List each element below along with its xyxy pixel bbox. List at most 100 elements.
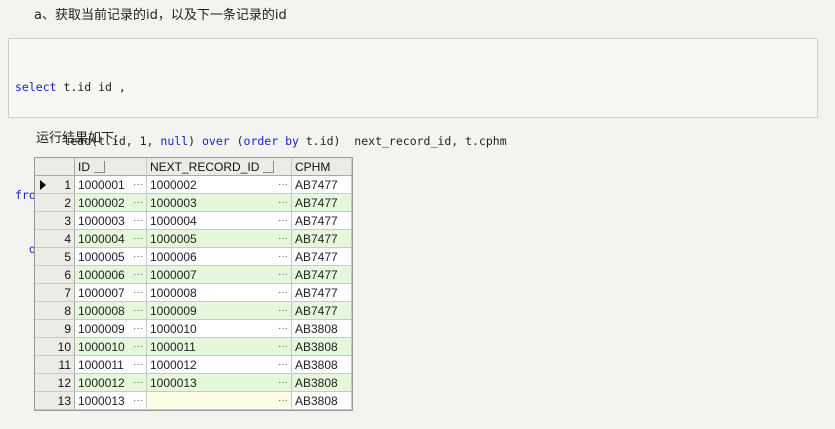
- row-number[interactable]: 5: [35, 247, 75, 266]
- cell-ellipsis-button[interactable]: ···: [129, 197, 143, 208]
- row-number[interactable]: 3: [35, 211, 75, 230]
- cell-ellipsis-button[interactable]: ···: [129, 323, 143, 334]
- cell-id[interactable]: 1000012 ···: [74, 373, 147, 392]
- cell-id[interactable]: 1000004 ···: [74, 229, 147, 248]
- cell-id[interactable]: 1000008 ···: [74, 301, 147, 320]
- result-grid[interactable]: ID NEXT_RECORD_ID CPHM 1 1000001 ··· 100000…: [34, 157, 353, 411]
- cell-ellipsis-button[interactable]: ···: [274, 197, 288, 208]
- cell-cphm[interactable]: AB7477: [291, 229, 352, 248]
- cell-id[interactable]: 1000013 ···: [74, 391, 147, 410]
- cell-cphm[interactable]: AB7477: [291, 247, 352, 266]
- cell-id[interactable]: 1000001 ···: [74, 175, 147, 194]
- cell-ellipsis-button[interactable]: ···: [129, 395, 143, 406]
- cell-value: 1000005: [150, 231, 197, 246]
- cell-next-record-id[interactable]: 1000004 ···: [146, 211, 292, 230]
- cell-id[interactable]: 1000011 ···: [74, 355, 147, 374]
- cell-ellipsis-button[interactable]: ···: [129, 233, 143, 244]
- cell-ellipsis-button[interactable]: ···: [274, 395, 288, 406]
- cell-next-record-id[interactable]: 1000011 ···: [146, 337, 292, 356]
- row-number[interactable]: 12: [35, 373, 75, 392]
- cell-cphm[interactable]: AB3808: [291, 319, 352, 338]
- cell-ellipsis-button[interactable]: ···: [274, 341, 288, 352]
- cell-next-record-id[interactable]: 1000012 ···: [146, 355, 292, 374]
- cell-ellipsis-button[interactable]: ···: [129, 251, 143, 262]
- cell-cphm[interactable]: AB7477: [291, 301, 352, 320]
- cell-ellipsis-button[interactable]: ···: [129, 377, 143, 388]
- cell-value: 1000009: [150, 303, 197, 318]
- column-header-cphm[interactable]: CPHM: [291, 158, 352, 176]
- row-number[interactable]: 13: [35, 391, 75, 410]
- table-row[interactable]: 5 1000005 ··· 1000006 ··· AB7477: [35, 247, 352, 266]
- cell-cphm[interactable]: AB3808: [291, 337, 352, 356]
- table-row[interactable]: 4 1000004 ··· 1000005 ··· AB7477: [35, 229, 352, 248]
- cell-next-record-id[interactable]: 1000002 ···: [146, 175, 292, 194]
- row-number[interactable]: 2: [35, 193, 75, 212]
- cell-value: 1000011: [78, 357, 124, 372]
- cell-ellipsis-button[interactable]: ···: [129, 269, 143, 280]
- cell-ellipsis-button[interactable]: ···: [274, 305, 288, 316]
- cell-ellipsis-button[interactable]: ···: [274, 215, 288, 226]
- cell-next-record-id[interactable]: 1000013 ···: [146, 373, 292, 392]
- cell-cphm[interactable]: AB3808: [291, 355, 352, 374]
- table-row[interactable]: 11 1000011 ··· 1000012 ··· AB3808: [35, 355, 352, 374]
- column-header-next-record-id[interactable]: NEXT_RECORD_ID: [146, 158, 292, 176]
- cell-ellipsis-button[interactable]: ···: [274, 251, 288, 262]
- column-header-id[interactable]: ID: [74, 158, 147, 176]
- table-row[interactable]: 6 1000006 ··· 1000007 ··· AB7477: [35, 265, 352, 284]
- cell-cphm[interactable]: AB7477: [291, 265, 352, 284]
- row-number[interactable]: 6: [35, 265, 75, 284]
- table-row[interactable]: 8 1000008 ··· 1000009 ··· AB7477: [35, 301, 352, 320]
- cell-next-record-id[interactable]: 1000003 ···: [146, 193, 292, 212]
- table-row[interactable]: 13 1000013 ··· ··· AB3808: [35, 391, 352, 410]
- cell-next-record-id[interactable]: 1000009 ···: [146, 301, 292, 320]
- cell-cphm[interactable]: AB3808: [291, 391, 352, 410]
- cell-ellipsis-button[interactable]: ···: [129, 179, 143, 190]
- cell-id[interactable]: 1000010 ···: [74, 337, 147, 356]
- table-row[interactable]: 1 1000001 ··· 1000002 ··· AB7477: [35, 175, 352, 194]
- cell-ellipsis-button[interactable]: ···: [274, 233, 288, 244]
- cell-next-record-id[interactable]: 1000008 ···: [146, 283, 292, 302]
- cell-id[interactable]: 1000002 ···: [74, 193, 147, 212]
- row-number[interactable]: 9: [35, 319, 75, 338]
- cell-ellipsis-button[interactable]: ···: [274, 359, 288, 370]
- cell-cphm[interactable]: AB3808: [291, 373, 352, 392]
- cell-cphm[interactable]: AB7477: [291, 193, 352, 212]
- cell-ellipsis-button[interactable]: ···: [274, 377, 288, 388]
- cell-ellipsis-button[interactable]: ···: [274, 179, 288, 190]
- row-number[interactable]: 11: [35, 355, 75, 374]
- cell-ellipsis-button[interactable]: ···: [274, 323, 288, 334]
- cell-ellipsis-button[interactable]: ···: [129, 341, 143, 352]
- table-row[interactable]: 9 1000009 ··· 1000010 ··· AB3808: [35, 319, 352, 338]
- table-row[interactable]: 3 1000003 ··· 1000004 ··· AB7477: [35, 211, 352, 230]
- cell-next-record-id[interactable]: 1000007 ···: [146, 265, 292, 284]
- column-sort-button[interactable]: [263, 161, 275, 174]
- cell-id[interactable]: 1000009 ···: [74, 319, 147, 338]
- cell-id[interactable]: 1000003 ···: [74, 211, 147, 230]
- table-row[interactable]: 2 1000002 ··· 1000003 ··· AB7477: [35, 193, 352, 212]
- cell-ellipsis-button[interactable]: ···: [129, 305, 143, 316]
- cell-ellipsis-button[interactable]: ···: [129, 359, 143, 370]
- column-sort-button[interactable]: [94, 161, 105, 174]
- cell-id[interactable]: 1000006 ···: [74, 265, 147, 284]
- table-row[interactable]: 10 1000010 ··· 1000011 ··· AB3808: [35, 337, 352, 356]
- row-number[interactable]: 1: [35, 175, 75, 194]
- table-row[interactable]: 7 1000007 ··· 1000008 ··· AB7477: [35, 283, 352, 302]
- cell-id[interactable]: 1000007 ···: [74, 283, 147, 302]
- cell-ellipsis-button[interactable]: ···: [129, 287, 143, 298]
- cell-next-record-id[interactable]: 1000010 ···: [146, 319, 292, 338]
- cell-cphm[interactable]: AB7477: [291, 283, 352, 302]
- row-number[interactable]: 4: [35, 229, 75, 248]
- cell-ellipsis-button[interactable]: ···: [274, 287, 288, 298]
- table-row[interactable]: 12 1000012 ··· 1000013 ··· AB3808: [35, 373, 352, 392]
- cell-next-record-id[interactable]: 1000005 ···: [146, 229, 292, 248]
- cell-ellipsis-button[interactable]: ···: [129, 215, 143, 226]
- cell-cphm[interactable]: AB7477: [291, 211, 352, 230]
- cell-id[interactable]: 1000005 ···: [74, 247, 147, 266]
- cell-ellipsis-button[interactable]: ···: [274, 269, 288, 280]
- row-number[interactable]: 10: [35, 337, 75, 356]
- cell-next-record-id[interactable]: 1000006 ···: [146, 247, 292, 266]
- cell-cphm[interactable]: AB7477: [291, 175, 352, 194]
- row-number[interactable]: 7: [35, 283, 75, 302]
- cell-next-record-id[interactable]: ···: [146, 391, 292, 410]
- row-number[interactable]: 8: [35, 301, 75, 320]
